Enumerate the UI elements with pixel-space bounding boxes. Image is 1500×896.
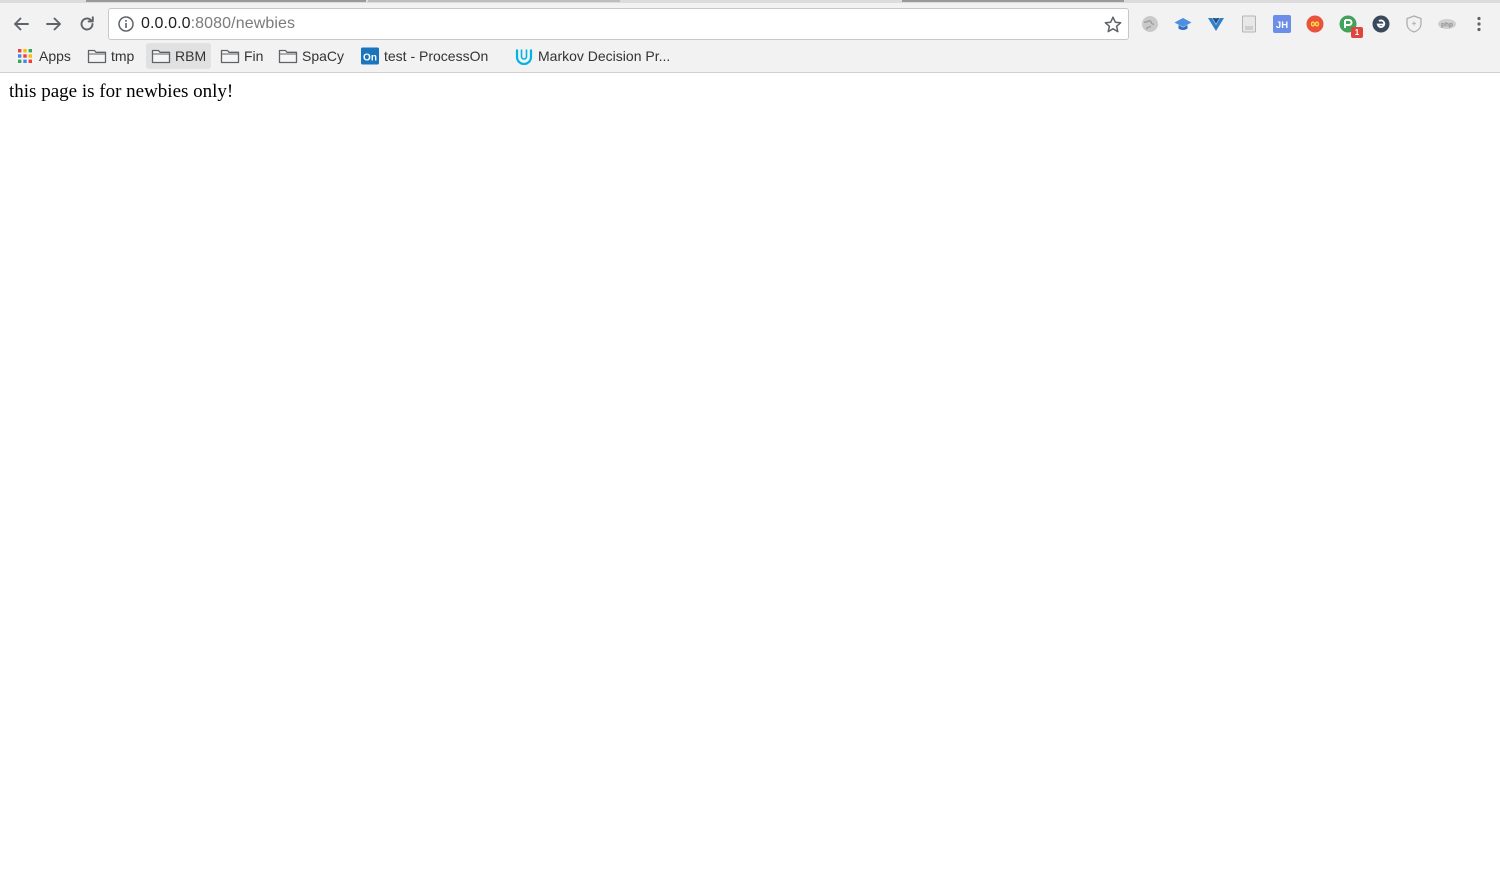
bookmark-markov-decision[interactable]: Markov Decision Pr... <box>509 43 675 69</box>
bookmark-label: SpaCy <box>302 48 345 64</box>
processon-icon-text: On <box>363 52 377 63</box>
bookmarks-bar: Apps tmp RBM Fin SpaCy On test - Process… <box>0 42 1500 70</box>
processon-icon: On <box>360 47 380 65</box>
folder-icon <box>151 47 171 65</box>
bookmark-label: tmp <box>111 48 135 64</box>
address-bar[interactable]: 0.0.0.0:8080/newbies <box>108 8 1129 40</box>
info-icon[interactable] <box>117 15 135 33</box>
url-host: 0.0.0.0 <box>141 15 191 32</box>
bookmark-star-icon[interactable] <box>1102 14 1124 36</box>
tab-indicator <box>368 0 620 2</box>
folder-icon <box>220 47 240 65</box>
document-extension-icon[interactable] <box>1238 13 1260 35</box>
bookmark-folder-spacy[interactable]: SpaCy <box>273 43 349 69</box>
page-content: this page is for newbies only! <box>0 74 1500 896</box>
shield-extension-icon[interactable] <box>1403 13 1425 35</box>
bookmark-folder-rbm[interactable]: RBM <box>146 43 212 69</box>
bookmark-folder-tmp[interactable]: tmp <box>82 43 139 69</box>
udacity-icon <box>514 47 534 65</box>
bookmark-label: RBM <box>175 48 207 64</box>
graduation-cap-extension-icon[interactable] <box>1172 13 1194 35</box>
kebab-menu-icon <box>1477 16 1481 32</box>
vue-devtools-extension-icon[interactable] <box>1205 13 1227 35</box>
tab-indicator <box>86 0 366 2</box>
apps-grid-icon <box>15 47 35 65</box>
tab-indicator <box>902 0 1124 2</box>
browser-chrome: 0.0.0.0:8080/newbies JH 1 php Apps tmp R… <box>0 0 1500 73</box>
forward-button[interactable] <box>40 10 68 38</box>
page-text: this page is for newbies only! <box>9 81 234 102</box>
folder-icon <box>278 47 298 65</box>
chrome-menu-button[interactable] <box>1468 13 1490 35</box>
reload-button[interactable] <box>73 10 101 38</box>
arrow-right-icon <box>46 17 61 31</box>
globe-extension-icon[interactable] <box>1139 13 1161 35</box>
bookmark-label: Markov Decision Pr... <box>538 48 671 64</box>
arrow-left-icon <box>14 17 29 31</box>
bookmark-processon[interactable]: On test - ProcessOn <box>355 43 493 69</box>
jh-extension-icon[interactable]: JH <box>1271 13 1293 35</box>
bookmark-label: Apps <box>39 48 71 64</box>
browser-toolbar: 0.0.0.0:8080/newbies JH 1 php <box>0 6 1500 42</box>
bookmark-label: test - ProcessOn <box>384 48 489 64</box>
php-extension-text: php <box>1441 21 1453 28</box>
url-text[interactable]: 0.0.0.0:8080/newbies <box>141 15 295 33</box>
extension-badge: 1 <box>1351 27 1363 38</box>
bookmark-folder-fin[interactable]: Fin <box>215 43 268 69</box>
bookmark-apps[interactable]: Apps <box>10 43 76 69</box>
folder-icon <box>87 47 107 65</box>
reload-icon <box>80 16 94 31</box>
back-button[interactable] <box>7 10 35 38</box>
bookmark-label: Fin <box>244 48 264 64</box>
jh-extension-text: JH <box>1276 20 1288 31</box>
tab-strip <box>0 0 1500 3</box>
php-extension-icon[interactable]: php <box>1436 13 1458 35</box>
green-extension-icon[interactable]: 1 <box>1337 13 1363 38</box>
url-path: :8080/newbies <box>190 15 296 32</box>
infinity-extension-icon[interactable] <box>1304 13 1326 35</box>
e-circle-extension-icon[interactable] <box>1370 13 1392 35</box>
